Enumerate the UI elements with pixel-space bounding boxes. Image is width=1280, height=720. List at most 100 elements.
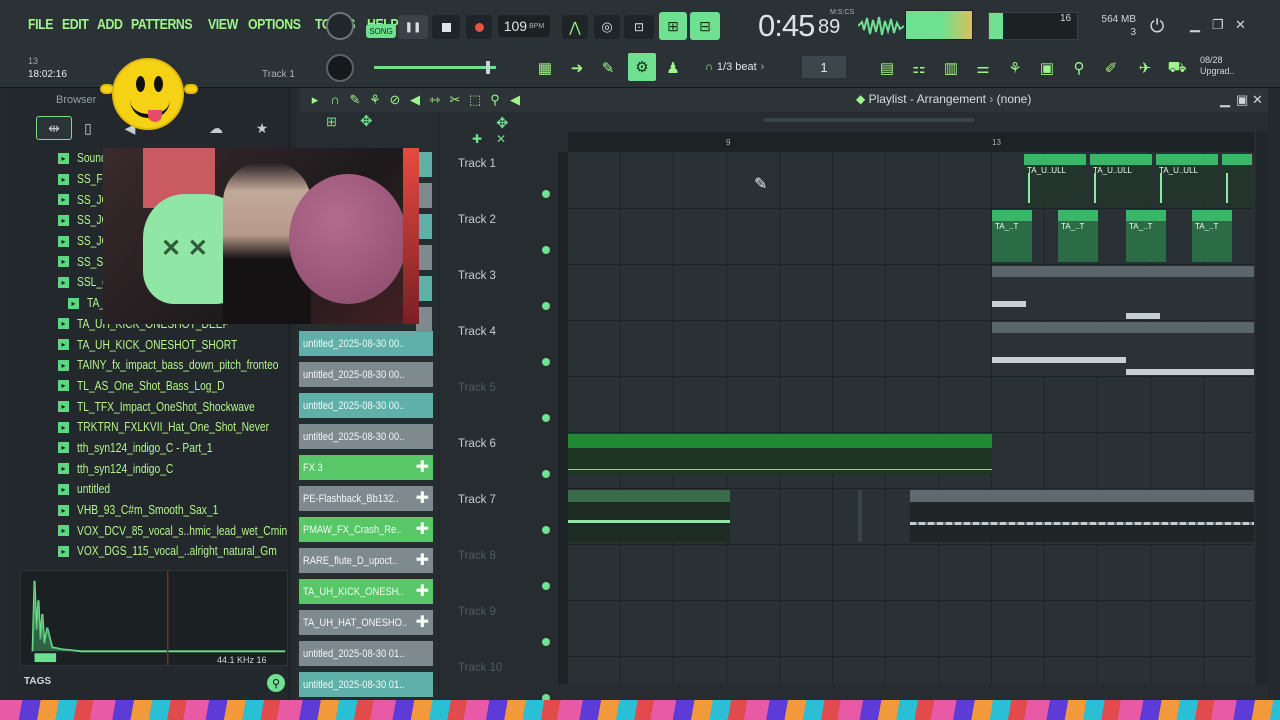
clip-edge-handle[interactable] [858,490,862,542]
timeline-scrub-bar[interactable] [764,118,974,122]
browser-view-icon[interactable]: ▣ [1036,57,1058,79]
mixer-icon[interactable]: ⚌ [972,57,994,79]
channel-button[interactable]: PE-Flashback_Bb132.. ✚ [299,486,433,511]
channel-button[interactable]: PMAW_FX_Crash_Re.. ✚ [299,517,433,542]
track-mute-led[interactable] [542,302,550,310]
piano-roll-view-icon[interactable]: ▥ [940,57,962,79]
menu-add[interactable]: ADD [97,16,123,33]
browser-files-tab[interactable]: ▯ [70,116,106,140]
kick-clip[interactable]: TA_U..ULL [1024,154,1086,206]
browser-favorites-tab[interactable]: ★ [244,116,280,140]
move-tracks-icon[interactable]: ✥ [496,114,509,132]
tempo-automation-clip[interactable]: Tempo [568,434,992,474]
track-header[interactable]: Track 4 [440,320,558,376]
paint-tool-icon[interactable]: ⚙ [628,53,656,81]
arrow-right-icon[interactable]: ➜ [566,57,588,79]
kick-clip[interactable]: TA_U..ULL [1090,154,1152,206]
mute-tool-icon[interactable]: ◀ [408,92,422,108]
tempo-display[interactable]: 109 BPM [498,15,550,37]
stamp-tool-icon[interactable]: ♟ [662,57,684,79]
plugin-database-icon[interactable]: ⚲ [1068,57,1090,79]
channel-button[interactable]: untitled_2025-08-30 00.. [299,362,433,387]
audio-editor-icon[interactable]: ✈ [1134,57,1156,79]
menu-file[interactable]: FILE [28,16,53,33]
channel-button[interactable]: untitled_2025-08-30 01.. [299,641,433,666]
piano-roll-icon[interactable]: ▦ [534,57,556,79]
magnet-icon[interactable]: ∩ [328,92,342,108]
menu-patterns[interactable]: PATTERNS [131,16,193,33]
track-header[interactable]: Track 8 [440,544,558,600]
delete-tool-icon[interactable]: ⊘ [388,92,402,108]
pause-button[interactable]: ❚❚ [398,15,428,39]
add-icon[interactable]: ✚ [416,519,429,539]
search-icon[interactable]: ⚲ [267,674,285,692]
plugin-picker-icon[interactable]: ⚘ [1004,57,1026,79]
channel-button[interactable]: FX 3 ✚ [299,455,433,480]
playlist-view-icon[interactable]: ▤ [876,57,898,79]
track-mute-led[interactable] [542,246,550,254]
add-icon[interactable]: ✚ [416,612,429,632]
channel-button[interactable]: TA_UH_KICK_ONESH.. ✚ [299,579,433,604]
playback-tool-icon[interactable]: ◀ [508,92,522,108]
touch-keyboard-icon[interactable]: ✐ [1100,57,1122,79]
track-mute-led[interactable] [542,638,550,646]
record-button[interactable] [466,15,492,39]
loop-record-button[interactable]: ⊞ [659,12,687,40]
track-mute-led[interactable] [542,526,550,534]
pencil-tool-icon[interactable]: ✎ [597,57,619,79]
pattern-selector[interactable]: 1 [802,56,846,78]
metronome-button[interactable]: ⋀ [562,15,588,39]
wait-input-button[interactable]: ◎ [594,15,620,39]
list-item[interactable]: ▸ VOX_DGS_115_vocal_..alright_natural_Gm [58,541,292,562]
playlist-maximize-icon[interactable]: ▣ [1236,92,1248,108]
track-header[interactable]: Track 5 [440,376,558,432]
add-icon[interactable]: ✚ [472,132,482,146]
track-mute-led[interactable] [542,358,550,366]
recorded-audio-clip[interactable]: untitled_2025-08-30 01-45-23_Insert 4 [910,490,1254,542]
paint-brush-icon[interactable]: ⚘ [368,92,382,108]
hat-clip[interactable]: TA_..T [1192,210,1232,262]
track-mute-led[interactable] [542,470,550,478]
track-header[interactable]: Track 3 [440,264,558,320]
arrangement-grid[interactable]: TA_U..ULL TA_U..ULL TA_U..ULL TA_..T TA_… [568,152,1254,684]
menu-options[interactable]: OPTIONS [248,16,301,33]
restore-icon[interactable]: ❐ [1212,17,1224,33]
list-item[interactable]: ▸ tth_syn124_indigo_C - Part_1 [58,438,292,459]
track-header[interactable]: Track 1 [440,152,558,208]
move-icon[interactable]: ✥ [360,112,373,130]
add-icon[interactable]: ✚ [416,488,429,508]
list-item[interactable]: ▸ tth_syn124_indigo_C [58,458,292,479]
expand-icon[interactable]: ✕ [496,132,506,146]
power-icon[interactable]: ⏻ [1150,16,1164,37]
kick-clip[interactable] [1222,154,1252,206]
track-header[interactable]: Track 2 [440,208,558,264]
minimize-icon[interactable]: ▁ [1190,17,1200,33]
track-header[interactable]: Track 6 [440,432,558,488]
channel-button[interactable]: untitled_2025-08-30 01.. [299,672,433,697]
snap-toggle-icon[interactable]: ⊞ [326,114,337,130]
track-volume-knob[interactable] [326,54,354,82]
playlist-timeline[interactable]: 9 13 [568,118,1254,152]
list-item[interactable]: ▸ TL_TFX_Impact_OneShot_Shockwave [58,396,292,417]
track-header[interactable]: Track 7 [440,488,558,544]
list-item[interactable]: ▸ TRKTRN_FXLKVII_Hat_One_Shot_Never [58,417,292,438]
list-item[interactable]: ▸ VOX_DCV_85_vocal_s..hmic_lead_wet_Cmin [58,520,292,541]
playlist-minimize-icon[interactable]: ▁ [1220,92,1230,108]
shop-icon[interactable]: ⛟ [1166,57,1188,79]
track-mute-led[interactable] [542,582,550,590]
select-tool-icon[interactable]: ⬚ [468,92,482,108]
list-item[interactable]: ▸ VHB_93_C#m_Smooth_Sax_1 [58,500,292,521]
vertical-scrollbar[interactable] [1256,132,1268,684]
channel-button[interactable]: RARE_flute_D_upoct.. ✚ [299,548,433,573]
slice-tool-icon[interactable]: ✂ [448,92,462,108]
menu-view[interactable]: VIEW [208,16,238,33]
channel-button[interactable]: untitled_2025-08-30 00.. [299,424,433,449]
play-arrow-icon[interactable]: ▸ [308,92,322,108]
news-panel[interactable]: 08/28 Upgrad.. [1200,55,1235,77]
slip-tool-icon[interactable]: ⇿ [428,92,442,108]
channel-rack-icon[interactable]: ⚏ [908,57,930,79]
stop-button[interactable] [432,15,460,39]
track-header[interactable]: Track 9 [440,600,558,656]
hat-clip[interactable]: TA_..T [992,210,1032,262]
hat-clip[interactable]: TA_..T [1058,210,1098,262]
